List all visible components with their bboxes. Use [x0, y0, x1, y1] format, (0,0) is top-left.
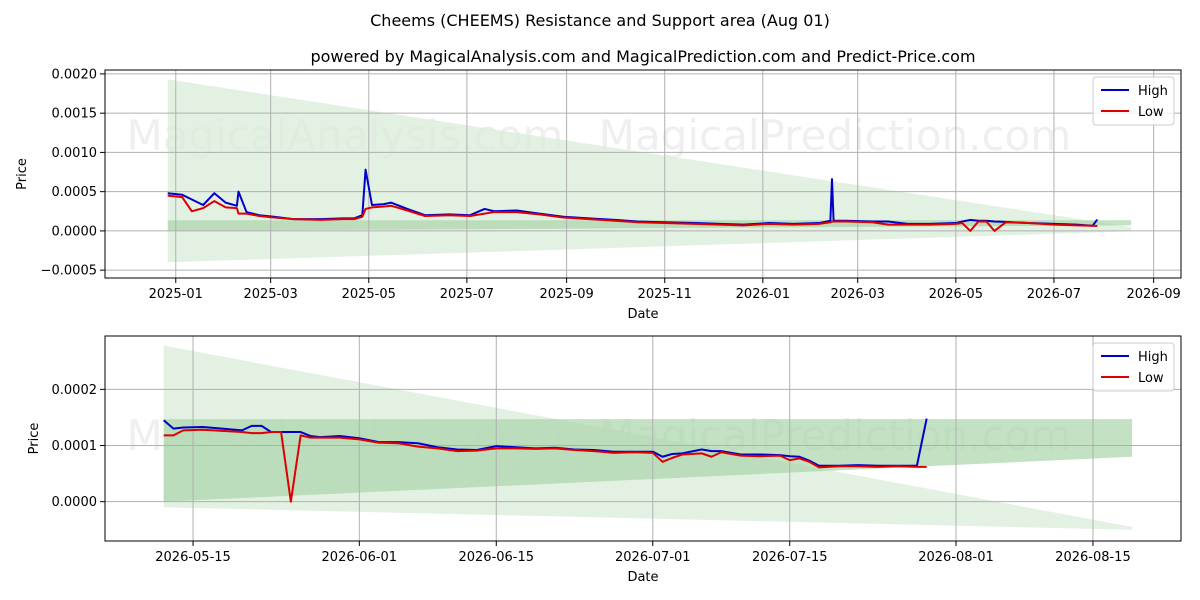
x-tick-label: 2026-07-01 — [615, 550, 691, 565]
legend: High Low — [1092, 342, 1175, 392]
y-axis-label: Price — [27, 423, 42, 455]
x-tick-label: 2026-08-01 — [918, 550, 994, 565]
y-tick-label: 0.0010 — [52, 146, 98, 161]
x-tick-label: 2026-03 — [831, 287, 885, 302]
x-tick-label: 2026-09 — [1126, 287, 1180, 302]
y-tick-label: 0.0005 — [52, 185, 98, 200]
x-axis-label: Date — [627, 307, 658, 322]
y-tick-label: 0.0000 — [52, 495, 98, 510]
x-tick-label: 2025-07 — [440, 287, 494, 302]
x-tick-label: 2026-05-15 — [155, 550, 231, 565]
legend-label-low: Low — [1138, 105, 1164, 120]
legend-label-high: High — [1138, 350, 1168, 365]
x-tick-label: 2026-07 — [1027, 287, 1081, 302]
y-tick-label: 0.0001 — [52, 439, 98, 454]
band-light — [167, 79, 1132, 263]
legend: High Low — [1092, 76, 1175, 126]
chart-subtitle: powered by MagicalAnalysis.com and Magic… — [310, 47, 975, 66]
x-tick-label: 2026-08-15 — [1055, 550, 1131, 565]
figure: Cheems (CHEEMS) Resistance and Support a… — [15, 11, 1182, 585]
x-tick-label: 2026-05 — [929, 287, 983, 302]
x-tick-label: 2025-09 — [539, 287, 593, 302]
y-tick-label: −0.0005 — [41, 264, 97, 279]
x-tick-label: 2026-06-01 — [322, 550, 398, 565]
legend-label-low: Low — [1138, 371, 1164, 386]
support-resistance-bands — [167, 79, 1132, 263]
y-tick-label: 0.0020 — [52, 67, 98, 82]
chart-title: Cheems (CHEEMS) Resistance and Support a… — [370, 11, 830, 30]
y-tick-label: 0.0002 — [52, 383, 98, 398]
x-tick-label: 2026-07-15 — [752, 550, 828, 565]
chart-panel-recent-zoom: MagicalAnalysis.comMagicalPrediction.com… — [27, 335, 1182, 585]
y-axis-label: Price — [15, 158, 30, 190]
x-tick-label: 2025-11 — [638, 287, 692, 302]
chart-panel-full-history: MagicalAnalysis.comMagicalPrediction.com… — [15, 67, 1182, 322]
legend-label-high: High — [1138, 84, 1168, 99]
x-tick-label: 2026-01 — [736, 287, 790, 302]
x-tick-label: 2025-03 — [243, 287, 297, 302]
x-axis-label: Date — [627, 570, 658, 585]
y-tick-label: 0.0015 — [52, 107, 98, 122]
x-tick-label: 2026-06-15 — [458, 550, 534, 565]
x-tick-label: 2025-05 — [342, 287, 396, 302]
y-tick-label: 0.0000 — [52, 224, 98, 239]
x-tick-label: 2025-01 — [149, 287, 203, 302]
